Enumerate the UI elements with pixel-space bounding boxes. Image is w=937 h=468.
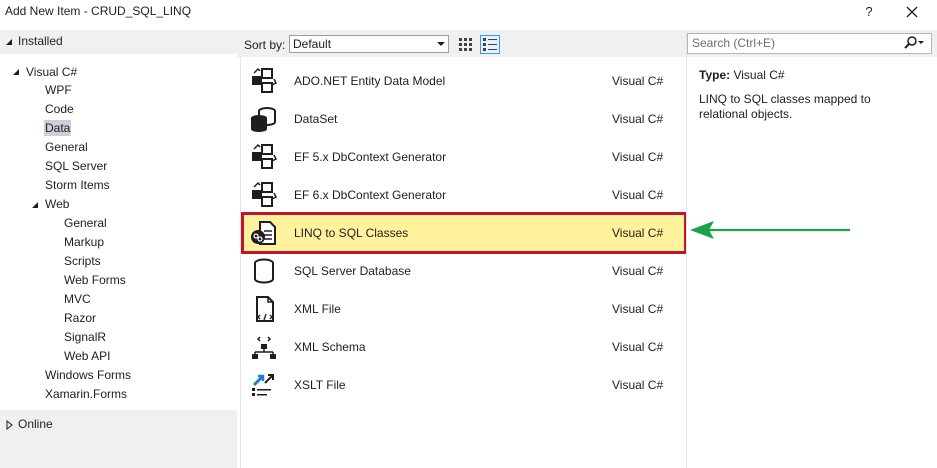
template-name: LINQ to SQL Classes — [294, 226, 409, 240]
chevron-down-icon — [437, 42, 445, 46]
xml-schema-icon — [248, 333, 280, 361]
list-item[interactable]: XML File Visual C# — [241, 290, 687, 328]
detail-type-label: Type: — [699, 68, 731, 82]
medium-icons-view-icon[interactable] — [457, 35, 475, 53]
xslt-file-icon — [248, 371, 280, 399]
linq-to-sql-icon — [248, 219, 280, 247]
database-icon — [248, 257, 280, 285]
detail-description: LINQ to SQL classes mapped to relational… — [699, 92, 871, 121]
list-item[interactable]: EF 6.x DbContext Generator Visual C# — [241, 176, 687, 214]
collapse-triangle-icon[interactable] — [30, 200, 40, 210]
window-title: Add New Item - CRUD_SQL_LINQ — [5, 4, 192, 18]
list-item[interactable]: XSLT File Visual C# — [241, 366, 687, 404]
tree-item-web-api[interactable]: Web API — [64, 347, 110, 366]
installed-header[interactable]: Installed — [0, 30, 237, 54]
template-name: XSLT File — [294, 378, 346, 392]
list-view-icon[interactable] — [480, 35, 500, 54]
title-bar: Add New Item - CRUD_SQL_LINQ ? — [0, 0, 937, 30]
tree-item-web-general[interactable]: General — [64, 214, 107, 233]
tree-item-web-signalr[interactable]: SignalR — [64, 328, 106, 347]
detail-type-value: Visual C# — [733, 68, 785, 82]
sort-toolbar: Sort by: Default — [237, 30, 687, 57]
sort-by-dropdown[interactable]: Default — [289, 35, 449, 53]
annotation-arrow-icon — [690, 221, 850, 239]
template-name: ADO.NET Entity Data Model — [294, 74, 446, 88]
tree-item-code[interactable]: Code — [45, 100, 74, 119]
list-item[interactable]: XML Schema Visual C# — [241, 328, 687, 366]
xml-file-icon — [248, 295, 280, 323]
tree-item-web[interactable]: Web — [45, 195, 69, 214]
tree-item-online[interactable]: Online — [18, 415, 53, 434]
template-name: DataSet — [294, 112, 338, 126]
tree-item-storm-items[interactable]: Storm Items — [45, 176, 110, 195]
list-item-selected[interactable]: LINQ to SQL Classes Visual C# — [241, 214, 687, 252]
sort-by-label: Sort by: — [244, 38, 286, 52]
list-item[interactable]: ADO.NET Entity Data Model Visual C# — [241, 62, 687, 100]
tree-item-installed[interactable]: Installed — [18, 32, 63, 51]
template-language: Visual C# — [612, 74, 664, 88]
tree-footer: Online — [0, 410, 237, 468]
template-language: Visual C# — [612, 302, 664, 316]
tree-item-web-razor[interactable]: Razor — [64, 309, 96, 328]
tree-item-windows-forms[interactable]: Windows Forms — [45, 366, 131, 385]
sort-by-value: Default — [293, 37, 332, 51]
expand-triangle-icon[interactable] — [4, 420, 14, 430]
template-name: XML File — [294, 302, 341, 316]
tree-item-web-scripts[interactable]: Scripts — [64, 252, 101, 271]
template-language: Visual C# — [612, 188, 664, 202]
close-icon[interactable] — [902, 1, 922, 23]
category-tree-pane: Installed Visual C# WPF Code Data Genera… — [0, 30, 237, 468]
tree-item-web-markup[interactable]: Markup — [64, 233, 104, 252]
tree-item-web-forms[interactable]: Web Forms — [64, 271, 126, 290]
collapse-triangle-icon[interactable] — [11, 67, 21, 77]
search-bar: Search (Ctrl+E) — [687, 30, 937, 57]
template-name: XML Schema — [294, 340, 366, 354]
tree-item-web-mvc[interactable]: MVC — [64, 290, 91, 309]
template-language: Visual C# — [612, 264, 664, 278]
template-list: ADO.NET Entity Data Model Visual C# Data… — [240, 57, 687, 468]
category-tree: Installed Visual C# WPF Code Data Genera… — [0, 30, 237, 468]
template-language: Visual C# — [612, 112, 664, 126]
template-name: SQL Server Database — [294, 264, 411, 278]
tree-item-xamarin-forms[interactable]: Xamarin.Forms — [45, 385, 127, 404]
collapse-triangle-icon[interactable] — [4, 37, 14, 47]
dataset-icon — [248, 105, 280, 133]
template-name: EF 5.x DbContext Generator — [294, 150, 447, 164]
ef-generator-icon — [248, 181, 280, 209]
template-name: EF 6.x DbContext Generator — [294, 188, 447, 202]
tree-item-data[interactable]: Data — [44, 119, 72, 138]
list-item[interactable]: DataSet Visual C# — [241, 100, 687, 138]
template-language: Visual C# — [612, 150, 664, 164]
ef-generator-icon — [248, 143, 280, 171]
tree-item-wpf[interactable]: WPF — [45, 81, 72, 100]
template-language: Visual C# — [612, 340, 664, 354]
entity-model-icon — [248, 67, 280, 95]
help-button[interactable]: ? — [862, 4, 876, 19]
tree-item-visual-csharp[interactable]: Visual C# — [26, 63, 77, 82]
details-pane: Search (Ctrl+E) Type: Visual C# LINQ to … — [686, 30, 937, 468]
search-input[interactable]: Search (Ctrl+E) — [687, 33, 932, 54]
list-item[interactable]: EF 5.x DbContext Generator Visual C# — [241, 138, 687, 176]
tree-item-general[interactable]: General — [45, 138, 88, 157]
template-language: Visual C# — [612, 226, 664, 240]
template-language: Visual C# — [612, 378, 664, 392]
detail-type: Type: Visual C# — [699, 68, 785, 82]
tree-item-sql-server[interactable]: SQL Server — [45, 157, 107, 176]
search-icon[interactable] — [903, 36, 925, 50]
list-item[interactable]: SQL Server Database Visual C# — [241, 252, 687, 290]
